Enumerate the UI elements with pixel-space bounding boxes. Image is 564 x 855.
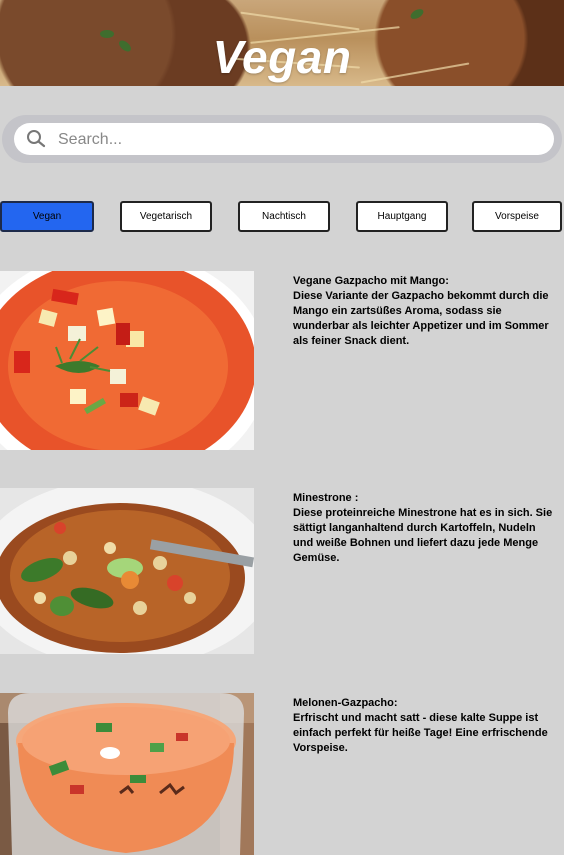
recipe-image-melonen-gazpacho[interactable] [0, 693, 254, 855]
recipe-description: Diese Variante der Gazpacho bekommt durc… [293, 290, 549, 347]
recipe-image-minestrone[interactable] [0, 488, 254, 654]
category-button-vegetarisch[interactable]: Vegetarisch [120, 201, 212, 232]
search-box [14, 123, 554, 155]
category-button-hauptgang[interactable]: Hauptgang [356, 201, 448, 232]
recipe-title[interactable]: Minestrone : [293, 491, 558, 506]
category-button-nachtisch[interactable]: Nachtisch [238, 201, 330, 232]
recipe-title[interactable]: Vegane Gazpacho mit Mango: [293, 274, 558, 289]
recipe-text-minestrone: Minestrone : Diese proteinreiche Minestr… [293, 491, 558, 566]
page-title: Vegan [212, 31, 352, 83]
header-banner-image: Vegan [0, 0, 564, 86]
category-button-vorspeise[interactable]: Vorspeise [472, 201, 562, 232]
category-button-vegan[interactable]: Vegan [0, 201, 94, 232]
recipe-image-gazpacho-mango[interactable] [0, 271, 254, 450]
recipe-description: Erfrischt und macht satt - diese kalte S… [293, 712, 548, 754]
recipe-text-gazpacho-mango: Vegane Gazpacho mit Mango: Diese Variant… [293, 274, 558, 349]
recipe-text-melonen-gazpacho: Melonen-Gazpacho: Erfrischt und macht sa… [293, 696, 558, 756]
search-icon [27, 130, 46, 148]
search-input[interactable] [56, 126, 540, 154]
recipe-description: Diese proteinreiche Minestrone hat es in… [293, 507, 553, 564]
recipe-title[interactable]: Melonen-Gazpacho: [293, 696, 558, 711]
search-bar [2, 115, 562, 163]
